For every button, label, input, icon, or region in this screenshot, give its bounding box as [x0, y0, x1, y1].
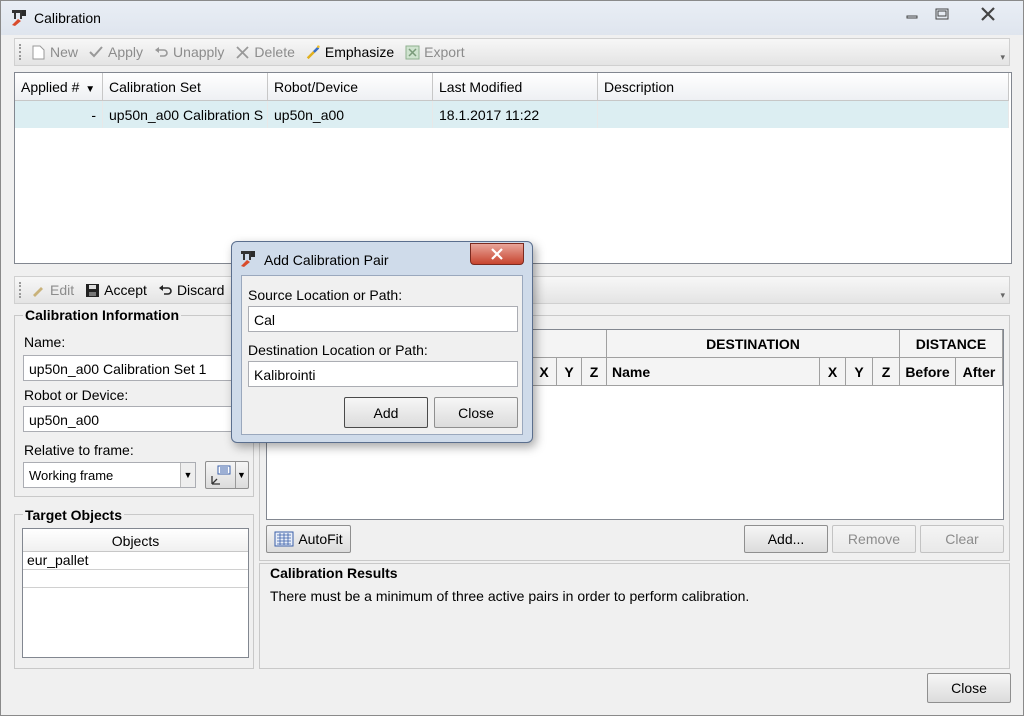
calibration-window: Calibration New Apply Unapply Delete Emp…: [0, 0, 1024, 716]
maximize-icon[interactable]: [927, 3, 957, 25]
col-header-robot-device[interactable]: Robot/Device: [268, 73, 433, 101]
dialog-close-icon[interactable]: [470, 243, 524, 265]
delete-button[interactable]: Delete: [229, 40, 299, 64]
distance-group-header: DISTANCE: [900, 330, 1003, 358]
unapply-button[interactable]: Unapply: [148, 40, 229, 64]
emphasize-icon: [305, 44, 321, 60]
discard-button[interactable]: Discard: [152, 278, 229, 302]
excel-icon: [404, 44, 420, 60]
cell-robot-device: up50n_a00: [268, 101, 433, 128]
new-button[interactable]: New: [25, 40, 83, 64]
dialog-close-button[interactable]: Close: [434, 397, 518, 428]
frame-picker-button[interactable]: ▼: [205, 461, 249, 489]
cell-last-modified: 18.1.2017 11:22: [433, 101, 598, 128]
source-path-input[interactable]: Cal: [248, 306, 518, 332]
frame-select[interactable]: Working frame ▼: [23, 462, 196, 488]
clear-pairs-button[interactable]: Clear: [920, 525, 1004, 553]
source-y-header[interactable]: Y: [557, 358, 582, 386]
export-label: Export: [424, 44, 465, 60]
discard-label: Discard: [176, 282, 225, 298]
cell-calibration-set: up50n_a00 Calibration S: [103, 101, 268, 128]
name-field[interactable]: up50n_a00 Calibration Set 1: [23, 355, 251, 381]
save-icon: [84, 282, 100, 298]
minimize-icon[interactable]: [897, 3, 927, 25]
add-pair-button[interactable]: Add...: [744, 525, 828, 553]
pencil-icon: [30, 282, 46, 298]
undo-icon: [157, 282, 173, 298]
edit-button[interactable]: Edit: [25, 278, 79, 302]
dialog-title: Add Calibration Pair: [264, 252, 389, 268]
calibration-sets-grid: Applied # ▼ Calibration Set Robot/Device…: [14, 72, 1012, 264]
unapply-label: Unapply: [173, 44, 225, 60]
toolbar-overflow-icon[interactable]: ▾: [1000, 52, 1005, 63]
source-x-header[interactable]: X: [532, 358, 557, 386]
add-calibration-pair-dialog: Add Calibration Pair Source Location or …: [231, 241, 533, 443]
list-item[interactable]: eur_pallet: [23, 552, 248, 570]
calibration-results-heading: Calibration Results: [268, 565, 400, 581]
before-header[interactable]: Before: [900, 358, 956, 386]
source-z-header[interactable]: Z: [582, 358, 607, 386]
col-header-description[interactable]: Description: [598, 73, 1009, 101]
cell-description: [598, 101, 1009, 128]
accept-label: Accept: [104, 282, 147, 298]
destination-group-header: DESTINATION: [607, 330, 900, 358]
frame-select-value: Working frame: [29, 468, 114, 483]
autofit-icon: [274, 531, 294, 547]
delete-label: Delete: [254, 44, 295, 60]
calibration-results-message: There must be a minimum of three active …: [270, 588, 750, 604]
cell-applied: -: [15, 101, 103, 128]
new-label: New: [50, 44, 79, 60]
close-icon[interactable]: [965, 3, 1011, 25]
accept-button[interactable]: Accept: [79, 278, 152, 302]
destination-path-input[interactable]: Kalibrointi: [248, 361, 518, 387]
title-bar[interactable]: Calibration: [1, 1, 1023, 35]
objects-column-header[interactable]: Objects: [23, 529, 248, 552]
dialog-add-button[interactable]: Add: [344, 397, 428, 428]
chevron-down-icon: ▼: [180, 463, 195, 487]
remove-pair-button[interactable]: Remove: [832, 525, 916, 553]
dialog-body: Source Location or Path: Cal Destination…: [241, 275, 523, 435]
app-icon: [241, 251, 255, 267]
col-header-applied[interactable]: Applied # ▼: [15, 73, 103, 101]
toolbar-overflow-icon[interactable]: ▾: [1000, 290, 1005, 301]
apply-button[interactable]: Apply: [83, 40, 148, 64]
col-header-last-modified[interactable]: Last Modified: [433, 73, 598, 101]
dest-name-header[interactable]: Name: [607, 358, 820, 386]
autofit-button[interactable]: AutoFit: [266, 525, 351, 553]
sort-desc-icon: ▼: [85, 84, 96, 95]
col-header-calibration-set[interactable]: Calibration Set: [103, 73, 268, 101]
destination-path-label: Destination Location or Path:: [248, 342, 428, 358]
target-objects-list[interactable]: Objects eur_pallet: [22, 528, 249, 658]
apply-label: Apply: [108, 44, 144, 60]
export-button[interactable]: Export: [399, 40, 469, 64]
robot-label: Robot or Device:: [24, 387, 129, 403]
dest-z-header[interactable]: Z: [873, 358, 900, 386]
frame-label: Relative to frame:: [24, 442, 134, 458]
new-document-icon: [30, 44, 46, 60]
dest-y-header[interactable]: Y: [846, 358, 873, 386]
emphasize-label: Emphasize: [324, 44, 395, 60]
window-title: Calibration: [34, 10, 101, 26]
list-item-empty[interactable]: [23, 570, 248, 588]
app-icon: [12, 10, 26, 26]
autofit-label: AutoFit: [298, 531, 343, 547]
frame-picker-icon: [211, 465, 231, 485]
col-header-applied-label: Applied #: [21, 79, 80, 95]
table-row[interactable]: - up50n_a00 Calibration S up50n_a00 18.1…: [15, 101, 1009, 128]
dest-x-header[interactable]: X: [820, 358, 846, 386]
name-label: Name:: [24, 334, 66, 350]
after-header[interactable]: After: [956, 358, 1003, 386]
source-path-label: Source Location or Path:: [248, 287, 403, 303]
robot-field[interactable]: up50n_a00: [23, 406, 251, 432]
emphasize-button[interactable]: Emphasize: [300, 40, 399, 64]
edit-label: Edit: [50, 282, 75, 298]
calibration-info-heading: Calibration Information: [23, 307, 181, 323]
check-icon: [88, 44, 104, 60]
target-objects-heading: Target Objects: [23, 507, 124, 523]
undo-icon: [153, 44, 169, 60]
close-button[interactable]: Close: [927, 673, 1011, 703]
chevron-down-icon: ▼: [235, 462, 247, 488]
sets-toolbar: New Apply Unapply Delete Emphasize Expor: [14, 38, 1010, 66]
delete-x-icon: [234, 44, 250, 60]
